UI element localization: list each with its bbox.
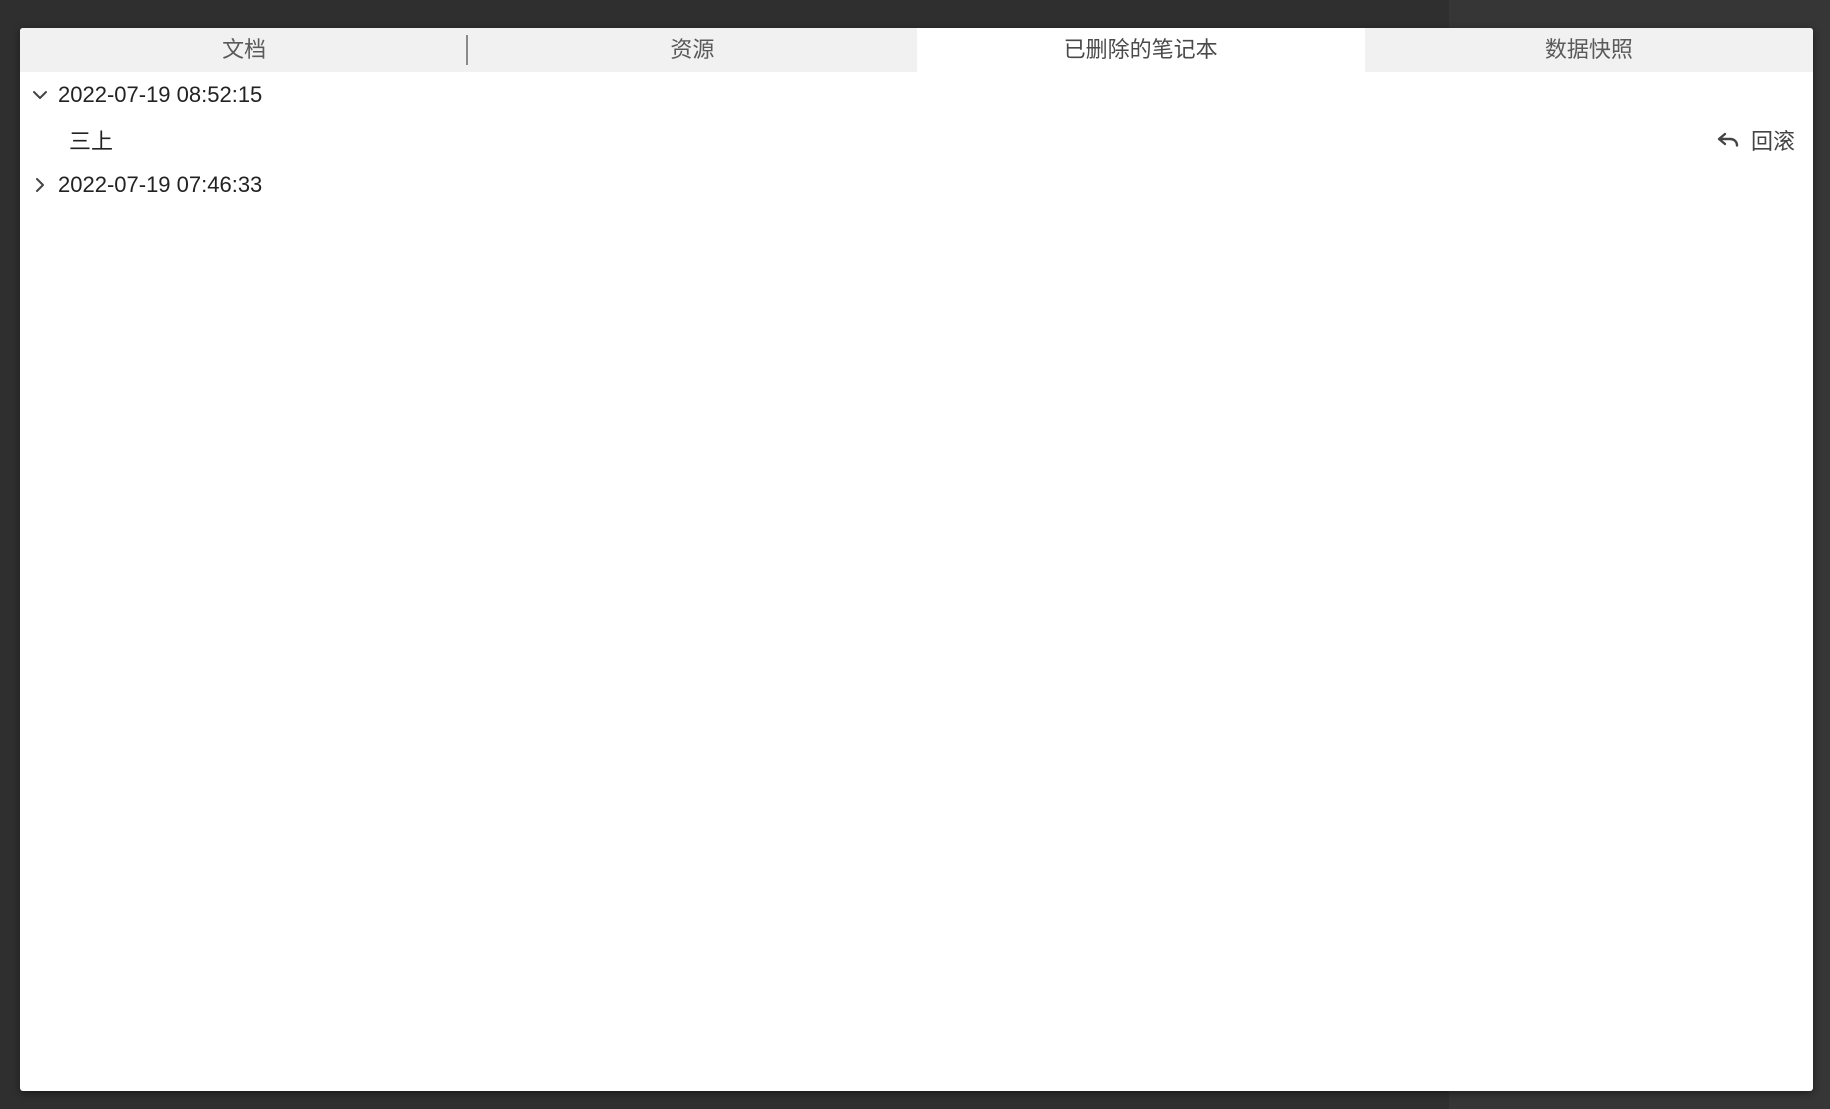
- rollback-button[interactable]: 回滚: [1716, 117, 1795, 162]
- tab-documents[interactable]: 文档: [20, 28, 469, 72]
- deleted-notebook-item: 三上 回滚: [20, 117, 1813, 162]
- tab-data-snapshots[interactable]: 数据快照: [1365, 28, 1813, 72]
- tab-data-snapshots-label: 数据快照: [1544, 37, 1633, 62]
- history-dialog: 文档 资源 已删除的笔记本 数据快照 2022-07-19 08:52:15 三…: [20, 28, 1813, 1091]
- tab-assets-label: 资源: [670, 37, 715, 62]
- snapshot-tree: 2022-07-19 08:52:15 三上 回滚 2022-07-19 07:…: [20, 72, 1813, 1091]
- tab-assets[interactable]: 资源: [468, 28, 916, 72]
- snapshot-row[interactable]: 2022-07-19 08:52:15: [20, 72, 1813, 117]
- tab-documents-label: 文档: [222, 37, 267, 62]
- rollback-label: 回滚: [1750, 128, 1795, 154]
- tab-deleted-notebooks-label: 已删除的笔记本: [1063, 37, 1218, 62]
- undo-icon: [1716, 128, 1740, 152]
- tab-deleted-notebooks[interactable]: 已删除的笔记本: [916, 28, 1365, 72]
- deleted-notebook-name: 三上: [69, 128, 114, 154]
- snapshot-timestamp: 2022-07-19 07:46:33: [58, 171, 263, 197]
- chevron-right-icon[interactable]: [31, 176, 49, 194]
- tab-bar: 文档 资源 已删除的笔记本 数据快照: [20, 28, 1813, 72]
- chevron-down-icon[interactable]: [31, 86, 49, 104]
- snapshot-timestamp: 2022-07-19 08:52:15: [58, 81, 263, 107]
- snapshot-row[interactable]: 2022-07-19 07:46:33: [20, 162, 1813, 207]
